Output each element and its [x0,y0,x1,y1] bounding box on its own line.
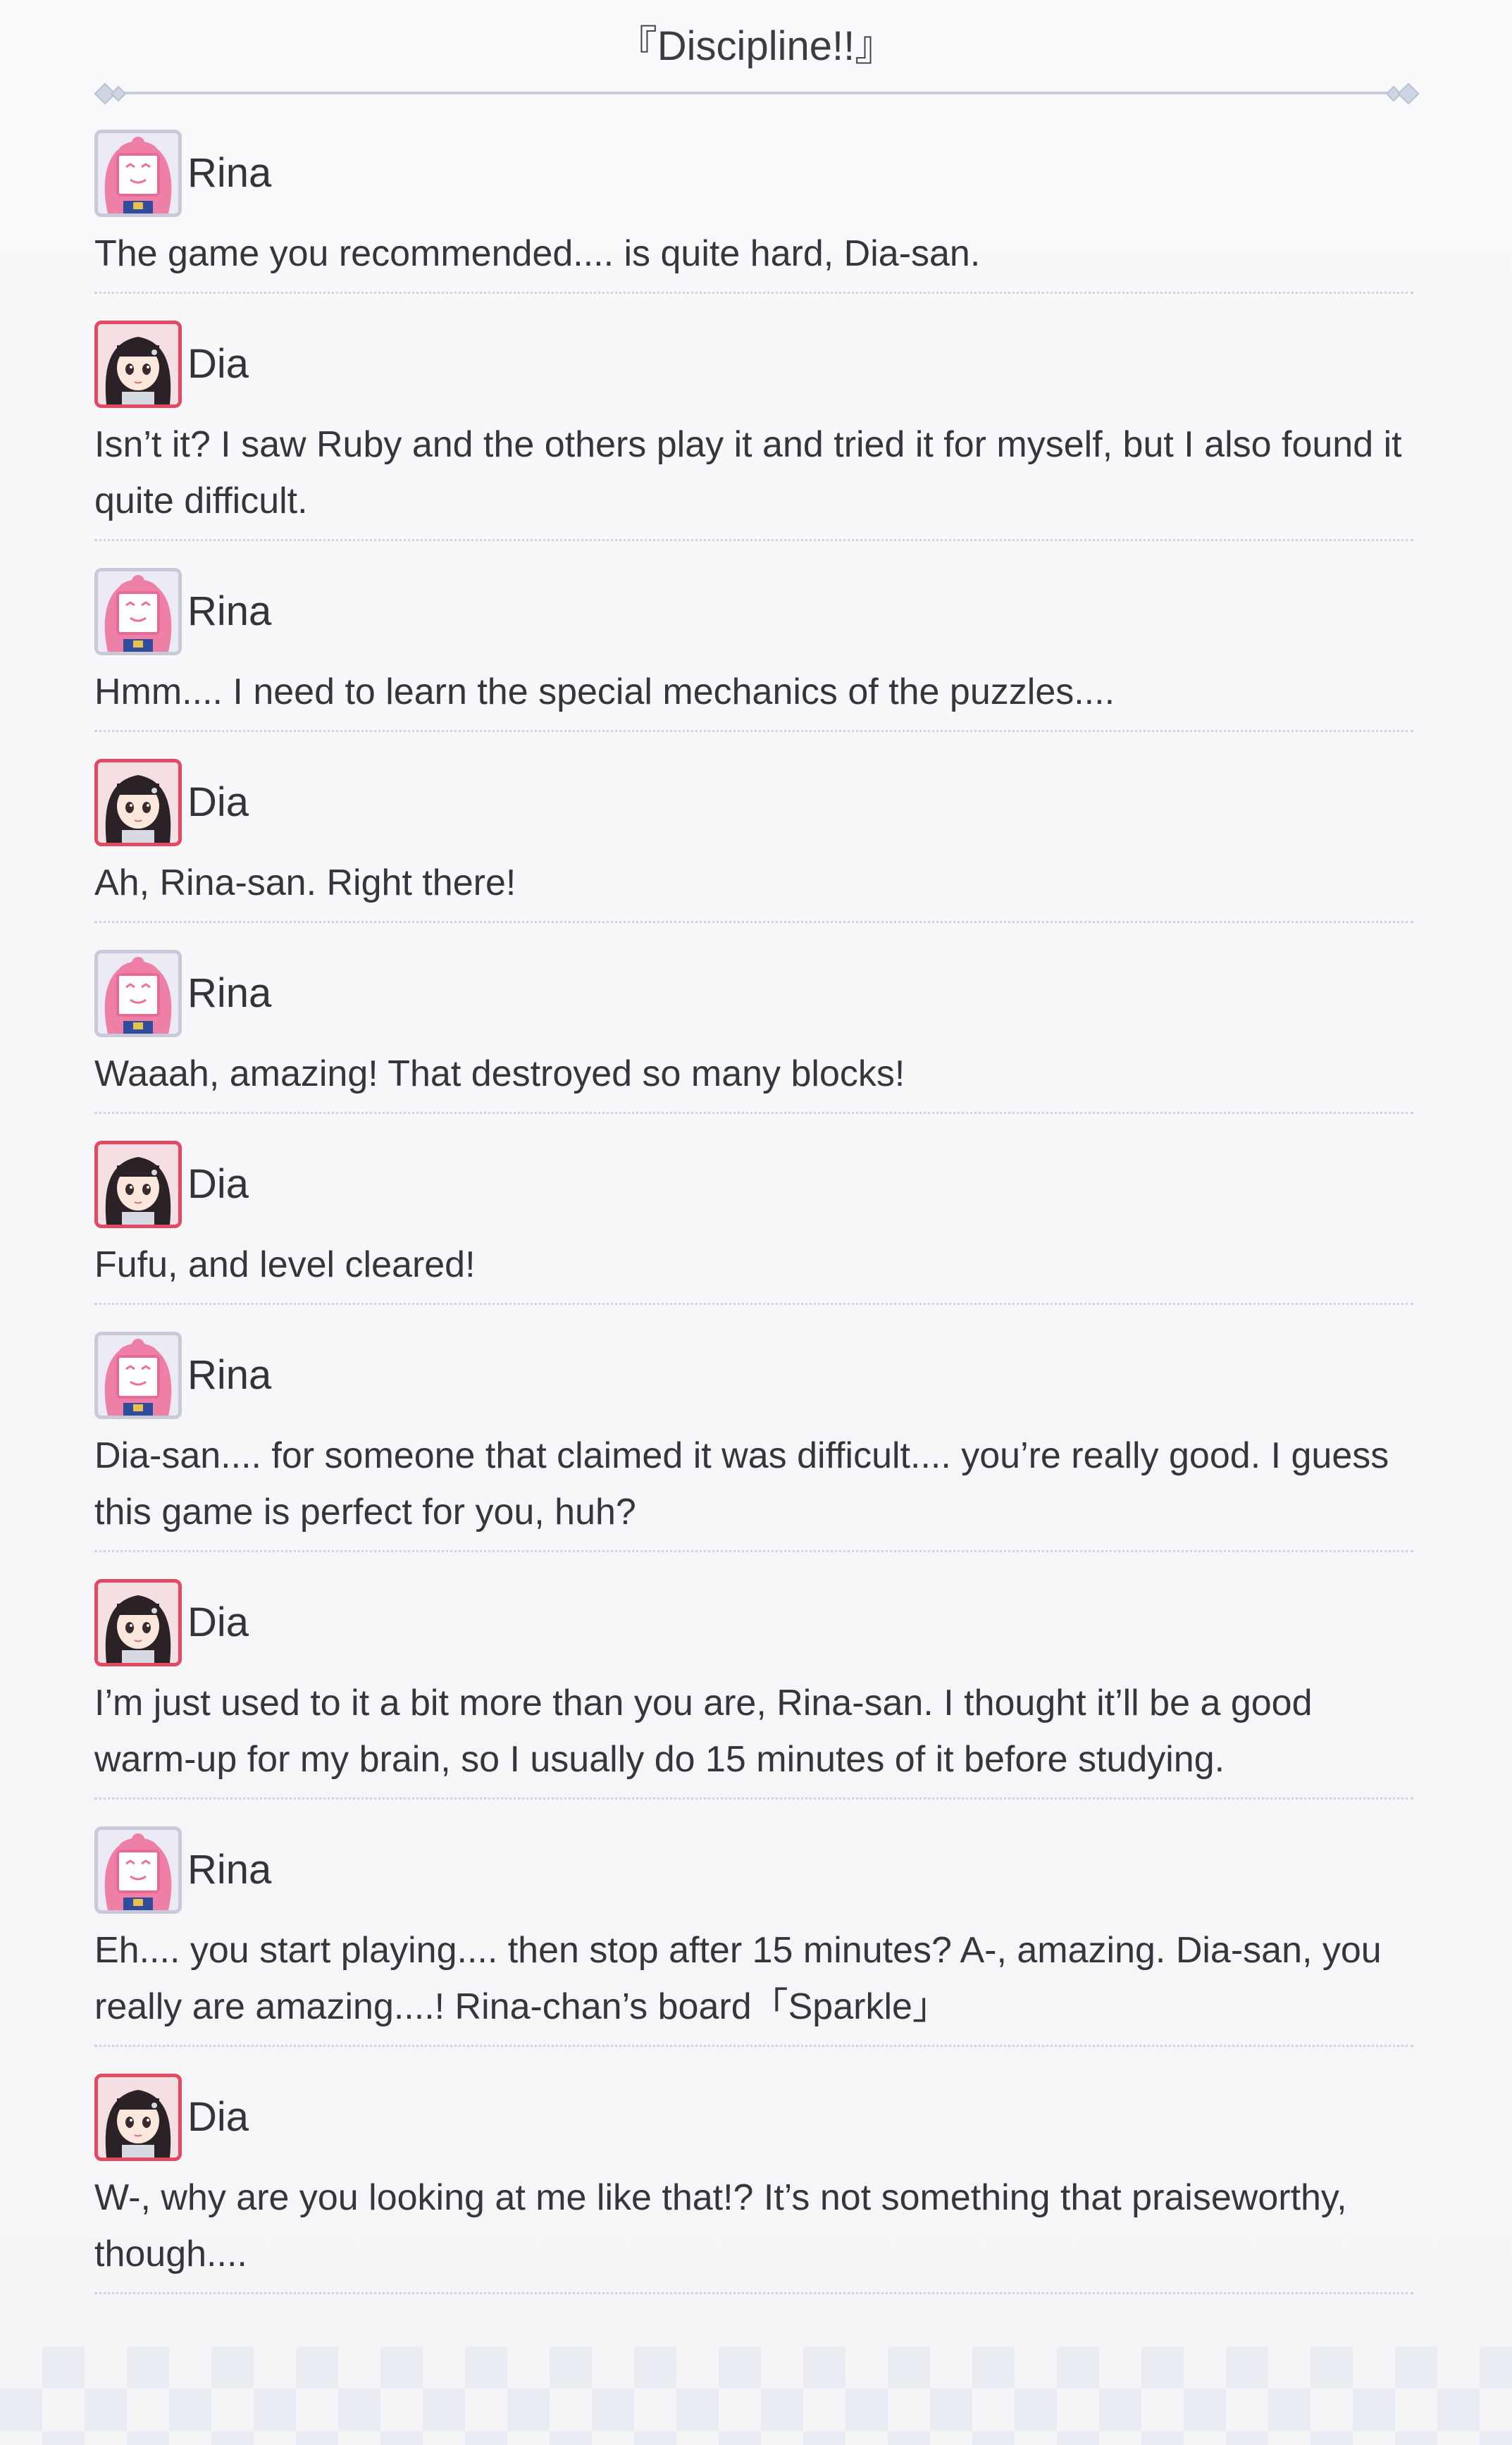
dialogue-entry: Rina Waaah, amazing! That destroyed so ma… [94,944,1413,1114]
decorative-pattern [0,2346,1512,2445]
dialogue-entry: Dia Fufu, and level cleared! [94,1135,1413,1305]
dia-avatar [94,1141,182,1228]
speaker-row: Dia [94,2068,1413,2167]
dialogue-text: W-, why are you looking at me like that!… [94,2177,1347,2274]
rina-avatar [94,568,182,655]
dialogue-entry: Dia I’m just used to it a bit more than y… [94,1573,1413,1800]
speaker-name: Rina [187,1847,272,1893]
speaker-name: Rina [187,588,272,634]
dialogue-text: Waaah, amazing! That destroyed so many b… [94,1053,905,1094]
rina-avatar [94,130,182,217]
dialogue-text: Isn’t it? I saw Ruby and the others play… [94,424,1402,521]
dialogue-log[interactable]: Rina The game you recommended.... is quit… [94,124,1413,2315]
speaker-name: Dia [187,1161,249,1207]
speaker-name: Dia [187,2094,249,2140]
rina-avatar [94,1332,182,1419]
dialogue-entry: Rina Eh.... you start playing.... then st… [94,1821,1413,2047]
dialogue-entry: Dia Isn’t it? I saw Ruby and the others p… [94,315,1413,541]
speaker-row: Rina [94,1326,1413,1425]
speaker-row: Rina [94,562,1413,661]
dialogue-text: Hmm.... I need to learn the special mech… [94,671,1115,712]
dialogue-text: I’m just used to it a bit more than you … [94,1683,1313,1780]
speaker-name: Rina [187,1352,272,1398]
story-page: 『Discipline!!』 Rina The game you recommen… [0,0,1512,2445]
dialogue-entry: Dia Ah, Rina-san. Right there! [94,753,1413,923]
dia-avatar [94,321,182,408]
speaker-row: Rina [94,944,1413,1043]
dialogue-text: Fufu, and level cleared! [94,1244,476,1285]
diamond-ornament-icon [1397,82,1420,105]
dialogue-text: Eh.... you start playing.... then stop a… [94,1930,1382,2027]
speaker-row: Dia [94,315,1413,414]
rina-avatar [94,1826,182,1914]
speaker-name: Dia [187,341,249,387]
dialogue-entry: Rina Hmm.... I need to learn the special … [94,562,1413,732]
dialogue-text: Ah, Rina-san. Right there! [94,862,516,903]
speaker-row: Dia [94,1573,1413,1672]
dialogue-entry: Rina The game you recommended.... is quit… [94,124,1413,294]
diamond-ornament-icon [110,85,127,102]
chapter-header: 『Discipline!!』 [0,0,1512,113]
speaker-name: Dia [187,1599,249,1645]
rina-avatar [94,950,182,1037]
dialogue-text: Dia-san.... for someone that claimed it … [94,1435,1389,1533]
speaker-row: Dia [94,753,1413,852]
speaker-row: Rina [94,124,1413,223]
speaker-name: Dia [187,779,249,825]
dialogue-text: The game you recommended.... is quite ha… [94,233,981,274]
speaker-row: Dia [94,1135,1413,1234]
title-divider [106,92,1406,94]
speaker-name: Rina [187,150,272,196]
speaker-row: Rina [94,1821,1413,1919]
speaker-name: Rina [187,970,272,1016]
dia-avatar [94,759,182,846]
dia-avatar [94,2074,182,2161]
dialogue-entry: Dia W-, why are you looking at me like th… [94,2068,1413,2294]
chapter-title: 『Discipline!!』 [616,23,896,69]
dia-avatar [94,1579,182,1666]
dialogue-entry: Rina Dia-san.... for someone that claimed… [94,1326,1413,1552]
